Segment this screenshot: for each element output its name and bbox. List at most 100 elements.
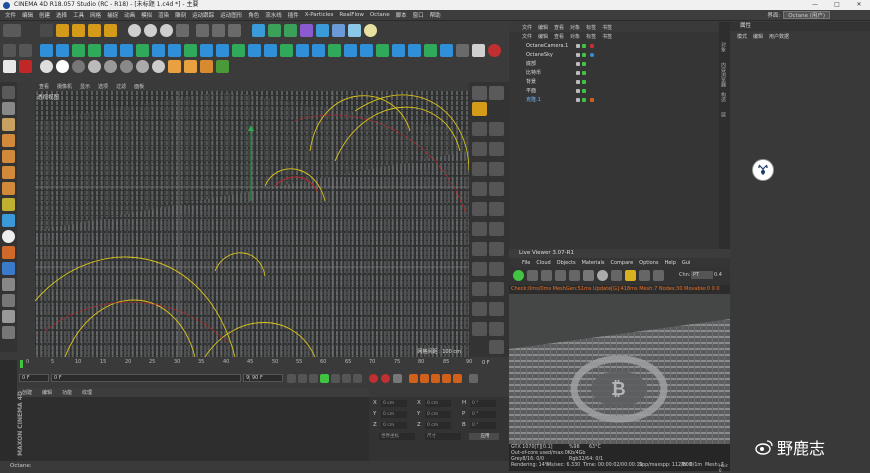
octane-object-icon-12[interactable] <box>216 44 229 57</box>
side-tool-icon-5[interactable] <box>489 122 504 136</box>
current-frame-slider[interactable]: 0 F <box>51 374 241 382</box>
enabled-check-icon[interactable] <box>582 62 586 66</box>
render-picture-viewer-icon[interactable] <box>212 24 225 37</box>
rot-h-field[interactable]: 0 ° <box>470 400 496 407</box>
enabled-check-icon[interactable] <box>582 71 586 75</box>
region-render-icon[interactable] <box>555 270 566 281</box>
close-button[interactable]: ✕ <box>848 0 870 10</box>
octane-material-icon-7[interactable] <box>136 60 149 73</box>
workplane-icon[interactable] <box>2 246 15 259</box>
snap-icon[interactable] <box>2 214 15 227</box>
x-axis-icon[interactable] <box>128 24 141 37</box>
object-menu-bookmarks[interactable]: 书签 <box>599 24 615 31</box>
lv-menu-help[interactable]: Help <box>661 260 678 266</box>
y-axis-icon[interactable] <box>144 24 157 37</box>
side-tool-icon-10[interactable] <box>472 182 487 196</box>
visibility-dots-icon[interactable] <box>576 53 580 57</box>
material-tag-icon[interactable] <box>590 98 594 102</box>
lv-menu-options[interactable]: Options <box>636 260 661 266</box>
rotate-icon[interactable] <box>88 24 101 37</box>
side-tool-icon-9[interactable] <box>489 162 504 176</box>
side-tool-icon-25[interactable] <box>489 322 504 336</box>
side-tool-icon-21[interactable] <box>489 282 504 296</box>
octane-render-icon[interactable] <box>19 60 32 73</box>
zoom-value[interactable]: 0.4 <box>714 272 722 278</box>
object-menu-edit[interactable]: 编辑 <box>535 24 551 31</box>
material-menu-edit[interactable]: 编辑 <box>37 389 57 396</box>
cloner-icon[interactable] <box>300 24 313 37</box>
material-menu-function[interactable]: 功能 <box>57 389 77 396</box>
octane-material-icon-10[interactable] <box>184 60 197 73</box>
octane-material-icon-1[interactable] <box>40 60 53 73</box>
menu-file[interactable]: 文件 <box>2 11 19 19</box>
object-submenu-file[interactable]: 文件 <box>519 33 535 40</box>
end-frame-field-b[interactable]: 90 F <box>249 374 283 382</box>
lv-menu-file[interactable]: File <box>519 260 533 266</box>
move-icon[interactable] <box>56 24 69 37</box>
object-row[interactable]: 背景 <box>514 78 714 86</box>
object-menu-file[interactable]: 文件 <box>519 24 535 31</box>
visibility-dots-icon[interactable] <box>576 98 580 102</box>
size-x-field[interactable]: 0 cm <box>425 400 451 407</box>
viewport-menu-options[interactable]: 选项 <box>94 83 112 90</box>
tab-objects[interactable]: 对象 <box>720 42 727 52</box>
octane-object-icon-26[interactable] <box>440 44 453 57</box>
perspective-viewport[interactable]: 透视视图 网格间距 : 100 cm <box>35 91 469 357</box>
side-tool-icon-12[interactable] <box>472 202 487 216</box>
object-row[interactable]: 平面 <box>514 87 714 95</box>
menu-animate[interactable]: 动画 <box>121 11 138 19</box>
object-submenu-bookmarks[interactable]: 书签 <box>599 33 615 40</box>
viewport-menu-view[interactable]: 查看 <box>35 83 53 90</box>
octane-sky-tag-icon[interactable] <box>590 53 594 57</box>
side-tool-icon-17[interactable] <box>489 242 504 256</box>
octane-material-icon-3[interactable] <box>72 60 85 73</box>
minimize-button[interactable]: — <box>804 0 826 10</box>
object-menu-view[interactable]: 查看 <box>551 24 567 31</box>
pos-z-field[interactable]: 0 cm <box>381 422 407 429</box>
side-tool-icon-16[interactable] <box>472 242 487 256</box>
object-row[interactable]: 比特币 <box>514 69 714 77</box>
object-submenu-objects[interactable]: 对象 <box>567 33 583 40</box>
menu-mesh[interactable]: 网格 <box>87 11 104 19</box>
octane-object-icon-8[interactable] <box>152 44 165 57</box>
side-tool-icon-20[interactable] <box>472 282 487 296</box>
octane-object-icon-7[interactable] <box>136 44 149 57</box>
timeline-settings-icon[interactable] <box>469 374 478 383</box>
octane-material-icon-5[interactable] <box>104 60 117 73</box>
octane-object-icon-23[interactable] <box>392 44 405 57</box>
play-icon[interactable] <box>320 374 329 383</box>
octane-toolbar-icon-2[interactable] <box>19 44 32 57</box>
side-tool-icon-11[interactable] <box>489 182 504 196</box>
octane-object-icon-27[interactable] <box>456 44 469 57</box>
menu-xparticles[interactable]: X-Particles <box>302 12 337 18</box>
octane-object-icon-24[interactable] <box>408 44 421 57</box>
lock-icon[interactable] <box>625 270 636 281</box>
coordinate-mode-select[interactable]: 世界坐标 <box>379 433 415 440</box>
octane-object-icon-5[interactable] <box>104 44 117 57</box>
octane-object-icon-25[interactable] <box>424 44 437 57</box>
menu-mograph[interactable]: 运动图形 <box>217 11 245 19</box>
object-row[interactable]: OctaneCamera.1 <box>514 42 714 50</box>
side-tool-icon-13[interactable] <box>489 202 504 216</box>
octane-object-icon-2[interactable] <box>56 44 69 57</box>
enabled-check-icon[interactable] <box>582 53 586 57</box>
menu-motion-tracking[interactable]: 运动跟踪 <box>189 11 217 19</box>
model-mode-icon[interactable] <box>2 86 15 99</box>
live-viewer-icon[interactable] <box>3 60 16 73</box>
cube-icon[interactable] <box>252 24 265 37</box>
rotation-key-icon[interactable] <box>431 374 440 383</box>
visibility-dots-icon[interactable] <box>576 62 580 66</box>
visibility-dots-icon[interactable] <box>576 44 580 48</box>
menu-script[interactable]: 脚本 <box>393 11 410 19</box>
point-level-key-icon[interactable] <box>453 374 462 383</box>
octane-object-icon-17[interactable] <box>296 44 309 57</box>
octane-material-icon-2[interactable] <box>56 60 69 73</box>
texture-mode-icon[interactable] <box>2 102 15 115</box>
attribute-menu-mode[interactable]: 模式 <box>734 33 750 40</box>
octane-material-icon-6[interactable] <box>120 60 133 73</box>
autokey-icon[interactable] <box>381 374 390 383</box>
attribute-menu-userdata[interactable]: 用户数据 <box>766 33 792 40</box>
object-row[interactable]: 底部 <box>514 60 714 68</box>
render-view-icon[interactable] <box>196 24 209 37</box>
focus-picker-icon[interactable] <box>611 270 622 281</box>
